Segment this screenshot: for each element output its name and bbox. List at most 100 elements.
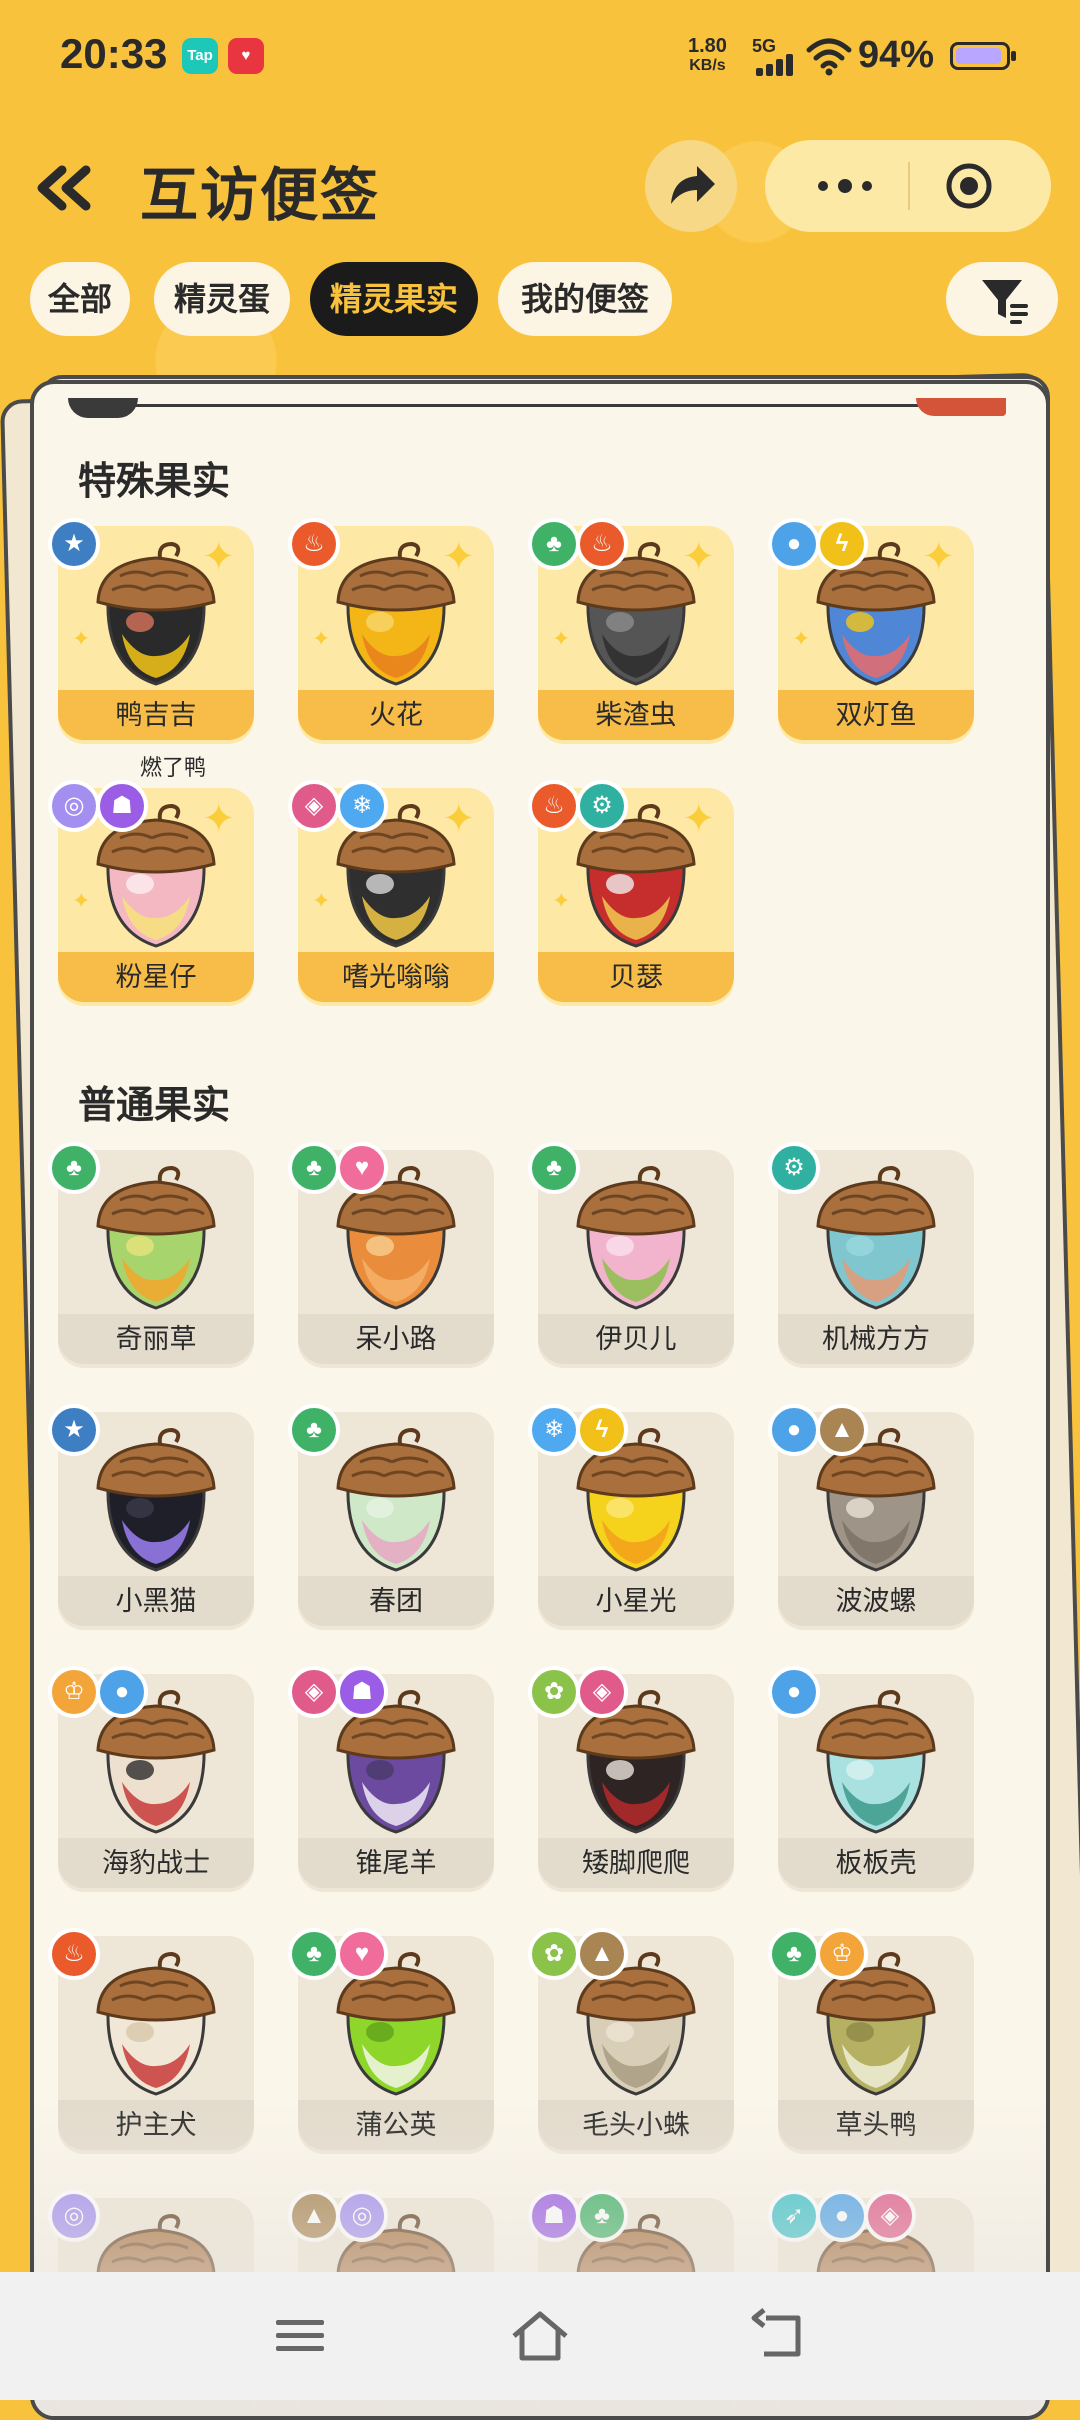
normal-type-icon: ★: [48, 518, 100, 570]
fruit-item[interactable]: ✦ ✦ 贝瑟 ♨ ⚙: [528, 780, 734, 1012]
fruit-item[interactable]: 呆小路 ♣ ♥: [288, 1142, 494, 1374]
fire-type-icon: ♨: [528, 780, 580, 832]
tab-all[interactable]: 全部: [30, 262, 130, 336]
fruit-item[interactable]: 波波螺 ● ▲: [768, 1404, 974, 1636]
water-type-icon: ●: [768, 518, 820, 570]
fruit-name: 柴渣虫: [538, 690, 734, 740]
mech-type-icon: ⚙: [576, 780, 628, 832]
funnel-filter-icon: [982, 280, 1028, 324]
fruit-name: 贝瑟: [538, 952, 734, 1002]
fruit-note: 燃了鸭: [140, 755, 207, 780]
network-speed: 1.80 KB/s: [688, 36, 727, 76]
dark-type-icon: ◈: [576, 1666, 628, 1718]
mini-program-capsule: [765, 140, 1051, 232]
fruit-item[interactable]: 奇丽草 ♣: [48, 1142, 254, 1374]
fruit-name: 伊贝儿: [538, 1314, 734, 1364]
fire-type-icon: ♨: [576, 518, 628, 570]
signal-bars-icon: [756, 54, 796, 76]
status-time: 20:33: [60, 30, 168, 77]
water-type-icon: ●: [96, 1666, 148, 1718]
heart-app-badge-icon: ♥: [228, 38, 264, 74]
fruit-name: 嗜光嗡嗡: [298, 952, 494, 1002]
wifi-icon: [806, 38, 852, 76]
grass-type-icon: ♣: [288, 1142, 340, 1194]
fruit-item[interactable]: 板板壳 ●: [768, 1666, 974, 1898]
acorn-fruit-icon: [336, 1427, 456, 1572]
fruit-item[interactable]: ✦ ✦ 粉星仔 ◎ ☗: [48, 780, 254, 1012]
menu-lines-icon[interactable]: [264, 2300, 336, 2372]
fruit-item[interactable]: 小黑猫 ★: [48, 1404, 254, 1636]
fruit-item[interactable]: 春团 ♣: [288, 1404, 494, 1636]
back-arrow-icon[interactable]: [744, 2300, 816, 2372]
tab-spirit-egg[interactable]: 精灵蛋: [154, 262, 290, 336]
fruit-name: 海豹战士: [58, 1838, 254, 1888]
ice-type-icon: ❄: [528, 1404, 580, 1456]
network-speed-value: 1.80: [688, 35, 727, 57]
ice-type-icon: ❄: [336, 780, 388, 832]
acorn-fruit-icon: [816, 1689, 936, 1834]
bug-type-icon: ✿: [528, 1928, 580, 1980]
acorn-fruit-icon: [816, 1165, 936, 1310]
grass-type-icon: ♣: [288, 1928, 340, 1980]
page-title: 互访便签: [140, 163, 381, 228]
fruit-item[interactable]: ✦ ✦ 嗜光嗡嗡 ◈ ❄: [288, 780, 494, 1012]
acorn-fruit-icon: [96, 541, 216, 686]
fruit-name: 板板壳: [778, 1838, 974, 1888]
electric-type-icon: ϟ: [816, 518, 868, 570]
fire-type-icon: ♨: [48, 1928, 100, 1980]
network-speed-unit: KB/s: [689, 57, 726, 74]
acorn-fruit-icon: [96, 1427, 216, 1572]
grass-type-icon: ♣: [768, 1928, 820, 1980]
fruit-item[interactable]: 伊贝儿 ♣: [528, 1142, 734, 1374]
fire-type-icon: ♨: [288, 518, 340, 570]
bug-type-icon: ✿: [528, 1666, 580, 1718]
grass-type-icon: ♣: [288, 1404, 340, 1456]
tab-spirit-fruit[interactable]: 精灵果实: [310, 262, 478, 336]
fruit-item[interactable]: ✦ ✦ 双灯鱼 ● ϟ: [768, 518, 974, 750]
fruit-name: 春团: [298, 1576, 494, 1626]
fruit-item[interactable]: 锥尾羊 ◈ ☗: [288, 1666, 494, 1898]
cute-type-icon: ♥: [336, 1142, 388, 1194]
water-type-icon: ●: [768, 1666, 820, 1718]
double-chevron-left-icon[interactable]: [28, 152, 100, 224]
fruit-item[interactable]: ✦ ✦ 鸭吉吉 ★: [48, 518, 254, 750]
normal-type-icon: ★: [48, 1404, 100, 1456]
mech-type-icon: ⚙: [768, 1142, 820, 1194]
battery-percent: 94%: [858, 34, 935, 76]
system-nav-bar: [0, 2272, 1080, 2400]
ground-type-icon: ▲: [576, 1928, 628, 1980]
acorn-fruit-icon: [96, 1951, 216, 2096]
fruit-item[interactable]: ✦ ✦ 火花 ♨: [288, 518, 494, 750]
fruit-item[interactable]: 机械方方 ⚙: [768, 1142, 974, 1374]
battery-fill: [956, 48, 1002, 64]
section-title-normal: 普通果实: [78, 1085, 231, 1127]
fruit-name: 小星光: [538, 1576, 734, 1626]
cute-type-icon: ♥: [336, 1928, 388, 1980]
target-circle-icon[interactable]: [945, 162, 993, 210]
fruit-item[interactable]: ✦ ✦ 柴渣虫 ♣ ♨: [528, 518, 734, 750]
home-icon[interactable]: [504, 2300, 576, 2372]
ghost-type-icon: ☗: [336, 1666, 388, 1718]
fruit-name: 双灯鱼: [778, 690, 974, 740]
water-type-icon: ●: [768, 1404, 820, 1456]
tab-my-notes[interactable]: 我的便签: [498, 262, 672, 336]
grass-type-icon: ♣: [48, 1142, 100, 1194]
fruit-name: 锥尾羊: [298, 1838, 494, 1888]
acorn-fruit-icon: [96, 1165, 216, 1310]
acorn-fruit-icon: [336, 541, 456, 686]
fighting-type-icon: ♔: [48, 1666, 100, 1718]
grass-type-icon: ♣: [528, 518, 580, 570]
fruit-item[interactable]: 小星光 ❄ ϟ: [528, 1404, 734, 1636]
tap-app-badge-icon: Tap: [182, 38, 218, 74]
section-title-special: 特殊果实: [78, 461, 231, 503]
fruit-item[interactable]: 海豹战士 ♔ ●: [48, 1666, 254, 1898]
share-button[interactable]: [645, 140, 737, 232]
share-arrow-icon: [671, 166, 715, 204]
fruit-name: 矮脚爬爬: [538, 1838, 734, 1888]
fruit-name: 呆小路: [298, 1314, 494, 1364]
more-dots-icon[interactable]: [805, 162, 885, 210]
filter-button[interactable]: [946, 262, 1058, 336]
fruit-name: 鸭吉吉: [58, 690, 254, 740]
fruit-item[interactable]: 矮脚爬爬 ✿ ◈: [528, 1666, 734, 1898]
dark-type-icon: ◈: [288, 1666, 340, 1718]
